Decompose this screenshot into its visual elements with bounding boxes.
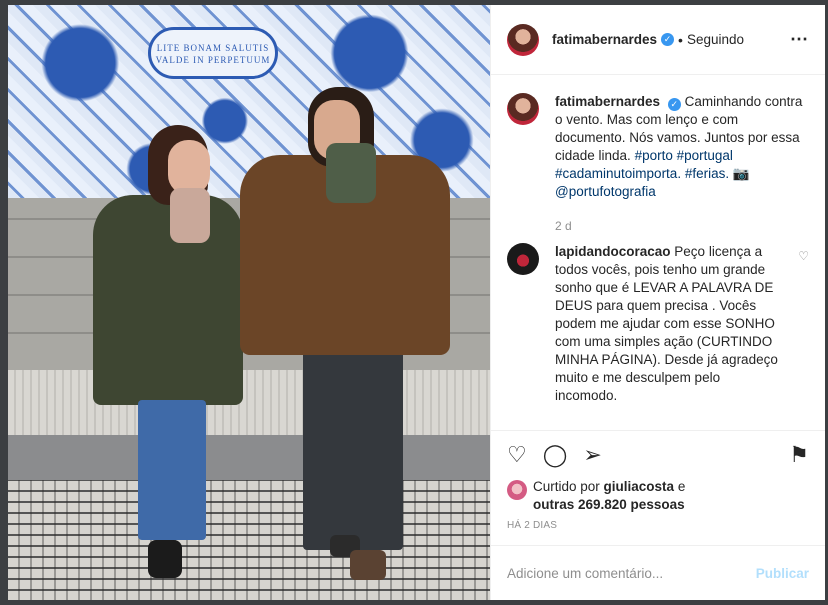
comment-body: Peço licença a todos vocês, pois tenho u…: [555, 244, 778, 403]
woman-coat: [93, 195, 243, 405]
post-header: fatimabernardes ✓ • Seguindo ⋯: [491, 5, 825, 75]
action-bar: ♡ ◯ ➢ ⚑: [491, 430, 825, 478]
woman-shoe: [148, 540, 182, 578]
comment-bubble-icon[interactable]: ◯: [543, 443, 568, 466]
caption-username[interactable]: fatimabernardes: [555, 94, 660, 109]
author-username[interactable]: fatimabernardes: [552, 32, 657, 47]
caption-avatar[interactable]: [507, 93, 539, 125]
caption-time: 2 d: [555, 219, 572, 233]
caption-mention[interactable]: @portufotografia: [555, 184, 656, 199]
commenter-username[interactable]: lapidandocoracao: [555, 244, 671, 259]
more-options-icon[interactable]: ⋯: [790, 29, 809, 50]
comment-input[interactable]: [507, 565, 756, 581]
verified-icon: ✓: [667, 98, 681, 111]
verified-icon: ✓: [661, 33, 675, 46]
share-paper-plane-icon[interactable]: ➢: [583, 443, 601, 466]
liker-avatar[interactable]: [507, 480, 527, 500]
comment-row: lapidandocoracao Peço licença a todos vo…: [507, 243, 809, 405]
comment-like-heart-icon[interactable]: ♡: [798, 243, 809, 405]
likes-mid: e: [674, 479, 686, 494]
camera-icon: 📷: [732, 166, 750, 181]
man-shoe-right: [350, 550, 386, 580]
tile-plaque: LITE BONAM SALUTIS VALDE IN PERPETUUM: [148, 27, 278, 79]
comments-list: fatimabernardes ✓ Caminhando contra o ve…: [491, 75, 825, 430]
likes-summary: Curtido por giuliacosta e outras 269.820…: [491, 478, 825, 514]
publish-button[interactable]: Publicar: [756, 566, 809, 581]
follow-status-button[interactable]: Seguindo: [687, 32, 744, 47]
caption-text: fatimabernardes ✓ Caminhando contra o ve…: [555, 93, 805, 201]
author-avatar[interactable]: [507, 23, 539, 56]
sidewalk: [8, 370, 490, 435]
woman-face: [168, 140, 210, 195]
man-trousers: [303, 350, 403, 550]
add-comment-bar: Publicar: [491, 545, 825, 600]
save-bookmark-icon[interactable]: ⚑: [789, 443, 809, 466]
woman-jeans: [138, 400, 206, 540]
comment-text: lapidandocoracao Peço licença a todos vo…: [555, 243, 785, 405]
commenter-avatar[interactable]: [507, 243, 539, 275]
post-time-ago: HÁ 2 DIAS: [507, 520, 558, 531]
post-sidebar: fatimabernardes ✓ • Seguindo ⋯ fatimaber…: [490, 5, 825, 600]
woman-scarf: [170, 188, 210, 243]
separator-dot: •: [678, 31, 683, 48]
cobblestone-road: [8, 480, 490, 600]
post-modal: LITE BONAM SALUTIS VALDE IN PERPETUUM fa…: [8, 5, 825, 600]
liker-username[interactable]: giuliacosta: [604, 479, 675, 494]
caption-row: fatimabernardes ✓ Caminhando contra o ve…: [507, 93, 809, 201]
likes-others-count[interactable]: outras 269.820 pessoas: [533, 497, 685, 512]
post-photo[interactable]: LITE BONAM SALUTIS VALDE IN PERPETUUM: [8, 5, 490, 600]
likes-prefix: Curtido por: [533, 479, 604, 494]
likes-text: Curtido por giuliacosta e outras 269.820…: [533, 478, 685, 514]
man-scarf: [326, 143, 376, 203]
like-heart-icon[interactable]: ♡: [507, 443, 527, 466]
curb: [8, 435, 490, 480]
